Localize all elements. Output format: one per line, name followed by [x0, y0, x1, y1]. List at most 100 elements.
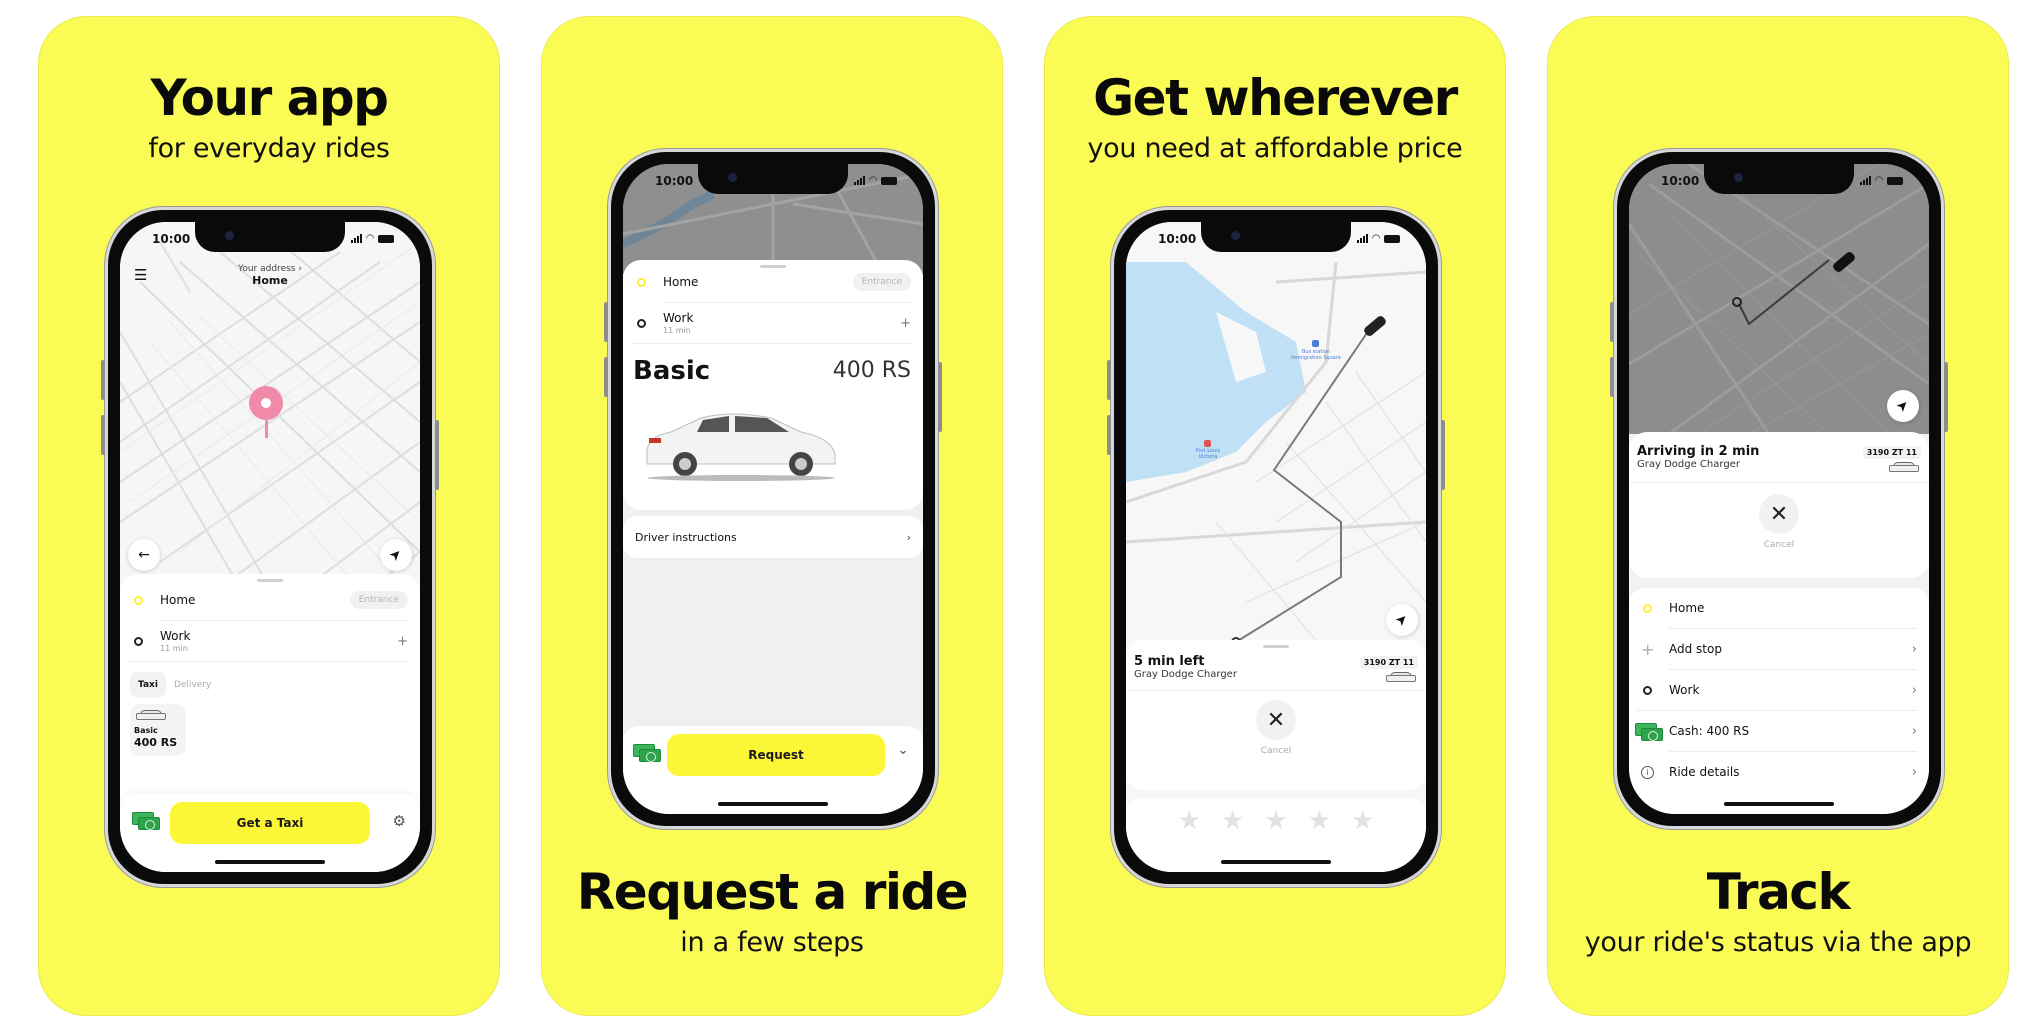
address-header[interactable]: Your address › Home	[120, 264, 420, 287]
cancel-ride[interactable]: ✕ Cancel	[1126, 700, 1426, 756]
map-label-poi: Port Louis Victoria	[1195, 448, 1221, 460]
home-indicator	[215, 860, 325, 864]
driver-instructions-row[interactable]: Driver instructions ›	[623, 516, 923, 558]
wifi-icon: ◠	[366, 233, 374, 244]
get-taxi-button[interactable]: Get a Taxi	[170, 802, 370, 844]
ride-status-sheet: Arriving in 2 min Gray Dodge Charger 319…	[1629, 432, 1929, 578]
navigation-arrow-icon: ➤	[386, 545, 406, 565]
plus-icon: +	[1641, 639, 1655, 659]
route-point-home[interactable]: Home Entrance	[623, 262, 923, 302]
headline: Request a ride	[576, 863, 969, 921]
phone-mockup: 10:00 ◠ Home Entrance Work 11 min + Basi…	[604, 149, 942, 829]
star-icon[interactable]: ★	[1221, 806, 1244, 836]
options-sliders-icon[interactable]: ⚙	[393, 812, 406, 830]
phone-mockup: 10:00 ◠ Your address › Home ☰ ← ➤ Home E…	[101, 207, 439, 887]
menu-icon[interactable]: ☰	[134, 266, 147, 284]
cancel-label: Cancel	[1763, 540, 1795, 550]
work-dot-icon	[1643, 685, 1652, 695]
work-dot-icon	[134, 636, 143, 646]
star-icon[interactable]: ★	[1351, 806, 1374, 836]
bottom-bar: Request ⌄	[623, 726, 923, 814]
home-indicator	[1724, 802, 1834, 806]
home-dot-icon	[134, 595, 143, 605]
car-image	[646, 413, 836, 481]
entrance-button[interactable]: Entrance	[852, 273, 911, 291]
chevron-right-icon: ›	[906, 530, 911, 544]
subheadline: for everyday rides	[148, 133, 390, 164]
home-dot-icon	[1643, 603, 1652, 613]
work-dot-icon	[637, 318, 646, 328]
chevron-right-icon: ›	[1911, 682, 1917, 698]
chevron-right-icon: ›	[1911, 764, 1917, 780]
route-point-work[interactable]: Work 11 min +	[623, 303, 923, 343]
promo-panel-your-app: Your app for everyday rides 10:00 ◠ Your…	[38, 16, 500, 1016]
signal-icon	[1357, 234, 1369, 243]
navigation-arrow-icon: ➤	[1392, 610, 1412, 630]
eta-status: 5 min left	[1134, 654, 1205, 669]
chevron-down-icon[interactable]: ⌄	[897, 742, 909, 758]
cash-icon	[1635, 723, 1663, 741]
home-indicator	[1221, 860, 1331, 864]
bus-station-icon	[1312, 340, 1319, 347]
map[interactable]	[1126, 222, 1426, 652]
star-icon[interactable]: ★	[1308, 806, 1331, 836]
signal-icon	[854, 176, 866, 185]
rating-stars: ★ ★ ★ ★ ★	[1126, 806, 1426, 836]
ride-details-list: Home + Add stop › Work › Cash: 400 RS › …	[1629, 588, 1929, 814]
cash-icon[interactable]	[132, 812, 160, 830]
tariff-price: 400 RS	[832, 358, 911, 383]
route-point-home[interactable]: Home Entrance	[120, 580, 420, 620]
poi-icon	[1204, 440, 1211, 447]
location-pin-icon	[249, 386, 283, 438]
car-model: Gray Dodge Charger	[1134, 669, 1237, 680]
status-bar: 10:00 ◠	[623, 172, 923, 192]
star-icon[interactable]: ★	[1264, 806, 1287, 836]
cash-icon[interactable]	[633, 744, 661, 762]
license-plate: 3190 ZT 11	[1359, 656, 1418, 669]
list-item-add-stop[interactable]: + Add stop ›	[1629, 629, 1929, 669]
cancel-ride[interactable]: ✕ Cancel	[1629, 494, 1929, 550]
request-button[interactable]: Request	[667, 734, 885, 776]
battery-icon	[378, 234, 394, 243]
add-point-plus-icon[interactable]: +	[900, 316, 911, 331]
map-label-bus-station: Bus station Immigration Square	[1291, 349, 1341, 361]
tab-delivery[interactable]: Delivery	[174, 680, 211, 690]
star-icon[interactable]: ★	[1178, 806, 1201, 836]
close-icon[interactable]: ✕	[1256, 700, 1296, 740]
battery-icon	[1887, 176, 1903, 185]
arrow-left-icon: ←	[138, 547, 150, 563]
app-screen: 10:00 ◠ ➤ Arriving in 2 min Gray Dodge C…	[1629, 164, 1929, 814]
car-model: Gray Dodge Charger	[1637, 459, 1740, 470]
add-point-plus-icon[interactable]: +	[397, 634, 408, 649]
info-icon: i	[1641, 765, 1654, 779]
phone-mockup: 10:00 ◠ ➤ Arriving in 2 min Gray Dodge C…	[1610, 149, 1948, 829]
list-item-ride-details[interactable]: i Ride details ›	[1629, 752, 1929, 792]
car-icon	[1889, 462, 1919, 472]
map-dimmed[interactable]	[1629, 164, 1929, 434]
clock: 10:00	[1661, 174, 1700, 188]
signal-icon	[351, 234, 363, 243]
route-point-work[interactable]: Work 11 min +	[120, 621, 420, 661]
tariff-name: Basic	[633, 356, 711, 386]
app-screen: 10:00 ◠ Your address › Home ☰ ← ➤ Home E…	[120, 222, 420, 872]
headline: Your app	[150, 69, 389, 127]
list-item-payment[interactable]: Cash: 400 RS ›	[1629, 711, 1929, 751]
phone-mockup: 10:00 ◠ Bus station Immigration Square P…	[1107, 207, 1445, 887]
close-icon[interactable]: ✕	[1759, 494, 1799, 534]
tariff-card-basic[interactable]: Basic 400 RS	[130, 704, 186, 756]
promo-panel-track: 10:00 ◠ ➤ Arriving in 2 min Gray Dodge C…	[1547, 16, 2009, 1016]
app-screen: 10:00 ◠ Home Entrance Work 11 min + Basi…	[623, 164, 923, 814]
battery-icon	[881, 176, 897, 185]
list-item-work[interactable]: Work ›	[1629, 670, 1929, 710]
back-button[interactable]: ←	[128, 539, 160, 571]
subheadline: in a few steps	[680, 927, 864, 958]
signal-icon	[1860, 176, 1872, 185]
wifi-icon: ◠	[1875, 175, 1883, 186]
list-item-home[interactable]: Home	[1629, 588, 1929, 628]
eta-status: Arriving in 2 min	[1637, 444, 1760, 459]
sheet-handle[interactable]	[1263, 645, 1289, 648]
tab-taxi[interactable]: Taxi	[130, 672, 166, 698]
status-bar: 10:00 ◠	[1126, 230, 1426, 250]
order-sheet: Home Entrance Work 11 min + Basic 400 RS	[623, 260, 923, 510]
entrance-button[interactable]: Entrance	[349, 591, 408, 609]
